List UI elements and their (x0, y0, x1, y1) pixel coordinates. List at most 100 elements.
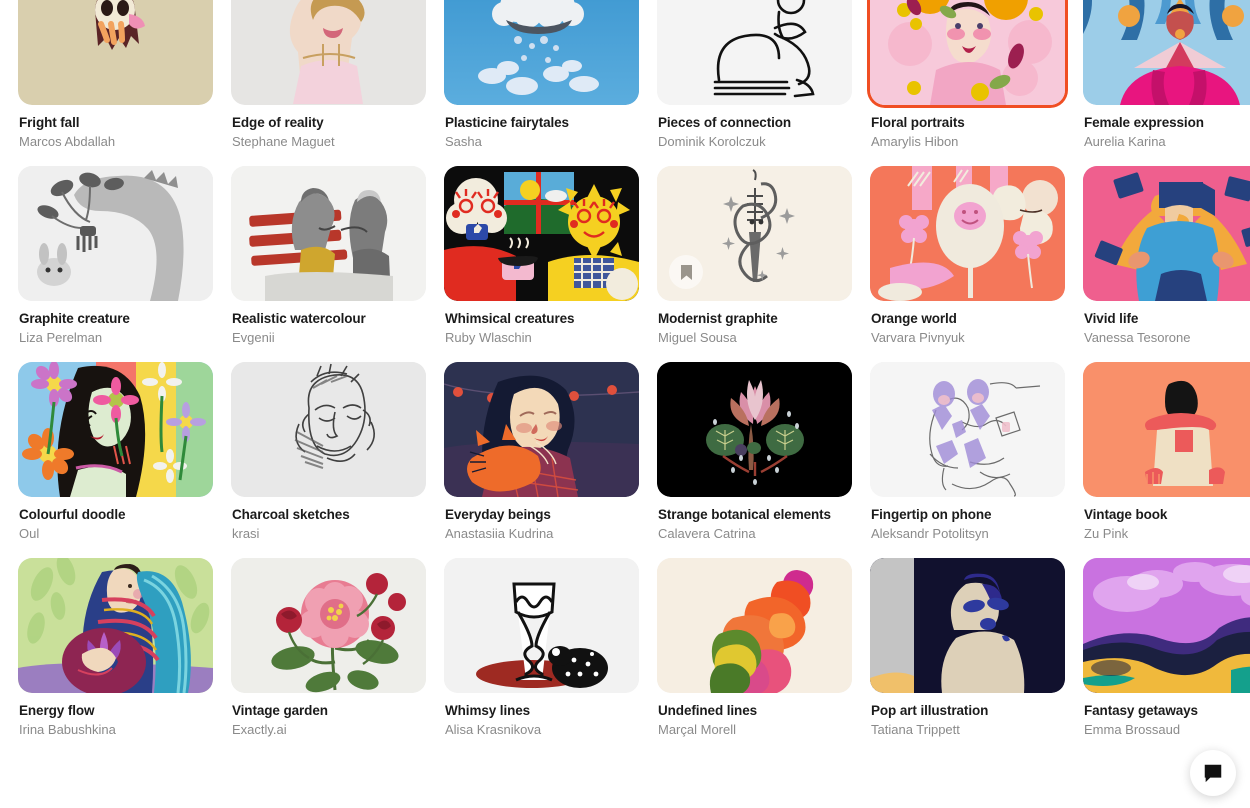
illustration-thumbnail[interactable] (1083, 166, 1250, 301)
illustration-title[interactable]: Fingertip on phone (871, 506, 1065, 524)
illustration-author[interactable]: Irina Babushkina (19, 721, 213, 739)
illustration-title[interactable]: Edge of reality (232, 114, 426, 132)
illustration-card[interactable]: Floral portraits Amarylis Hibon (870, 0, 1065, 151)
illustration-thumbnail[interactable] (1083, 558, 1250, 693)
illustration-card[interactable]: Vivid life Vanessa Tesorone (1083, 166, 1250, 347)
bookmark-button[interactable] (669, 255, 703, 289)
illustration-title[interactable]: Pop art illustration (871, 702, 1065, 720)
illustration-title[interactable]: Energy flow (19, 702, 213, 720)
illustration-author[interactable]: Miguel Sousa (658, 329, 852, 347)
illustration-thumbnail[interactable] (231, 362, 426, 497)
illustration-thumbnail[interactable] (870, 362, 1065, 497)
illustration-card[interactable]: Fantasy getaways Emma Brossaud (1083, 558, 1250, 739)
illustration-card[interactable]: Undefined lines Marçal Morell (657, 558, 852, 739)
illustration-author[interactable]: Marcos Abdallah (19, 133, 213, 151)
illustration-thumbnail[interactable] (657, 166, 852, 301)
illustration-card[interactable]: Everyday beings Anastasiia Kudrina (444, 362, 639, 543)
illustration-author[interactable]: Aleksandr Potolitsyn (871, 525, 1065, 543)
illustration-title[interactable]: Undefined lines (658, 702, 852, 720)
illustration-card[interactable]: Vintage book Zu Pink (1083, 362, 1250, 543)
illustration-author[interactable]: Oul (19, 525, 213, 543)
illustration-card[interactable]: Modernist graphite Miguel Sousa (657, 166, 852, 347)
illustration-title[interactable]: Plasticine fairytales (445, 114, 639, 132)
illustration-title[interactable]: Colourful doodle (19, 506, 213, 524)
illustration-thumbnail[interactable] (657, 0, 852, 105)
illustration-title[interactable]: Whimsical creatures (445, 310, 639, 328)
illustration-author[interactable]: Exactly.ai (232, 721, 426, 739)
illustration-title[interactable]: Vintage garden (232, 702, 426, 720)
illustration-title[interactable]: Pieces of connection (658, 114, 852, 132)
illustration-author[interactable]: Zu Pink (1084, 525, 1250, 543)
illustration-title[interactable]: Everyday beings (445, 506, 639, 524)
illustration-card[interactable]: Fright fall Marcos Abdallah (18, 0, 213, 151)
illustration-author[interactable]: Ruby Wlaschin (445, 329, 639, 347)
illustration-title[interactable]: Graphite creature (19, 310, 213, 328)
illustration-meta: Graphite creature Liza Perelman (18, 301, 213, 347)
illustration-author[interactable]: Anastasiia Kudrina (445, 525, 639, 543)
illustration-card[interactable]: Plasticine fairytales Sasha (444, 0, 639, 151)
illustration-title[interactable]: Floral portraits (871, 114, 1065, 132)
illustration-author[interactable]: Dominik Korolczuk (658, 133, 852, 151)
illustration-title[interactable]: Strange botanical elements (658, 506, 852, 524)
illustration-thumbnail[interactable] (444, 558, 639, 693)
illustration-card[interactable]: Fingertip on phone Aleksandr Potolitsyn (870, 362, 1065, 543)
illustration-thumbnail[interactable] (18, 362, 213, 497)
illustration-card[interactable]: Energy flow Irina Babushkina (18, 558, 213, 739)
illustration-thumbnail[interactable] (870, 558, 1065, 693)
illustration-author[interactable]: Alisa Krasnikova (445, 721, 639, 739)
illustration-author[interactable]: Amarylis Hibon (871, 133, 1065, 151)
illustration-author[interactable]: Emma Brossaud (1084, 721, 1250, 739)
illustration-author[interactable]: krasi (232, 525, 426, 543)
illustration-author[interactable]: Sasha (445, 133, 639, 151)
illustration-card[interactable]: Edge of reality Stephane Maguet (231, 0, 426, 151)
illustration-thumbnail[interactable] (870, 166, 1065, 301)
illustration-card[interactable]: Strange botanical elements Calavera Catri… (657, 362, 852, 543)
illustration-author[interactable]: Tatiana Trippett (871, 721, 1065, 739)
illustration-thumbnail-selected[interactable] (870, 0, 1065, 105)
illustration-card[interactable]: Pop art illustration Tatiana Trippett (870, 558, 1065, 739)
illustration-thumbnail[interactable] (231, 166, 426, 301)
illustration-thumbnail[interactable] (231, 558, 426, 693)
illustration-card[interactable]: Female expression Aurelia Karina (1083, 0, 1250, 151)
illustration-author[interactable]: Calavera Catrina (658, 525, 852, 543)
illustration-card[interactable]: Charcoal sketches krasi (231, 362, 426, 543)
illustration-title[interactable]: Modernist graphite (658, 310, 852, 328)
illustration-thumbnail[interactable] (18, 166, 213, 301)
illustration-card[interactable]: Whimsical creatures Ruby Wlaschin (444, 166, 639, 347)
illustration-author[interactable]: Aurelia Karina (1084, 133, 1250, 151)
illustration-author[interactable]: Stephane Maguet (232, 133, 426, 151)
illustration-thumbnail[interactable] (231, 0, 426, 105)
illustration-thumbnail[interactable] (657, 362, 852, 497)
illustration-author[interactable]: Vanessa Tesorone (1084, 329, 1250, 347)
illustration-title[interactable]: Realistic watercolour (232, 310, 426, 328)
illustration-thumbnail[interactable] (18, 0, 213, 105)
illustration-card[interactable]: Pieces of connection Dominik Korolczuk (657, 0, 852, 151)
illustration-title[interactable]: Vivid life (1084, 310, 1250, 328)
illustration-title[interactable]: Whimsy lines (445, 702, 639, 720)
illustration-card[interactable]: Graphite creature Liza Perelman (18, 166, 213, 347)
illustration-author[interactable]: Liza Perelman (19, 329, 213, 347)
illustration-title[interactable]: Vintage book (1084, 506, 1250, 524)
illustration-author[interactable]: Varvara Pivnyuk (871, 329, 1065, 347)
chat-widget-button[interactable] (1190, 750, 1236, 796)
illustration-thumbnail[interactable] (444, 362, 639, 497)
illustration-title[interactable]: Charcoal sketches (232, 506, 426, 524)
illustration-card[interactable]: Colourful doodle Oul (18, 362, 213, 543)
illustration-title[interactable]: Female expression (1084, 114, 1250, 132)
illustration-thumbnail[interactable] (18, 558, 213, 693)
illustration-card[interactable]: Orange world Varvara Pivnyuk (870, 166, 1065, 347)
illustration-meta: Whimsical creatures Ruby Wlaschin (444, 301, 639, 347)
illustration-thumbnail[interactable] (657, 558, 852, 693)
illustration-thumbnail[interactable] (444, 0, 639, 105)
illustration-author[interactable]: Marçal Morell (658, 721, 852, 739)
illustration-thumbnail[interactable] (1083, 362, 1250, 497)
illustration-author[interactable]: Evgenii (232, 329, 426, 347)
illustration-thumbnail[interactable] (1083, 0, 1250, 105)
illustration-title[interactable]: Orange world (871, 310, 1065, 328)
illustration-thumbnail[interactable] (444, 166, 639, 301)
illustration-title[interactable]: Fright fall (19, 114, 213, 132)
illustration-card[interactable]: Whimsy lines Alisa Krasnikova (444, 558, 639, 739)
illustration-card[interactable]: Vintage garden Exactly.ai (231, 558, 426, 739)
illustration-title[interactable]: Fantasy getaways (1084, 702, 1250, 720)
illustration-card[interactable]: Realistic watercolour Evgenii (231, 166, 426, 347)
